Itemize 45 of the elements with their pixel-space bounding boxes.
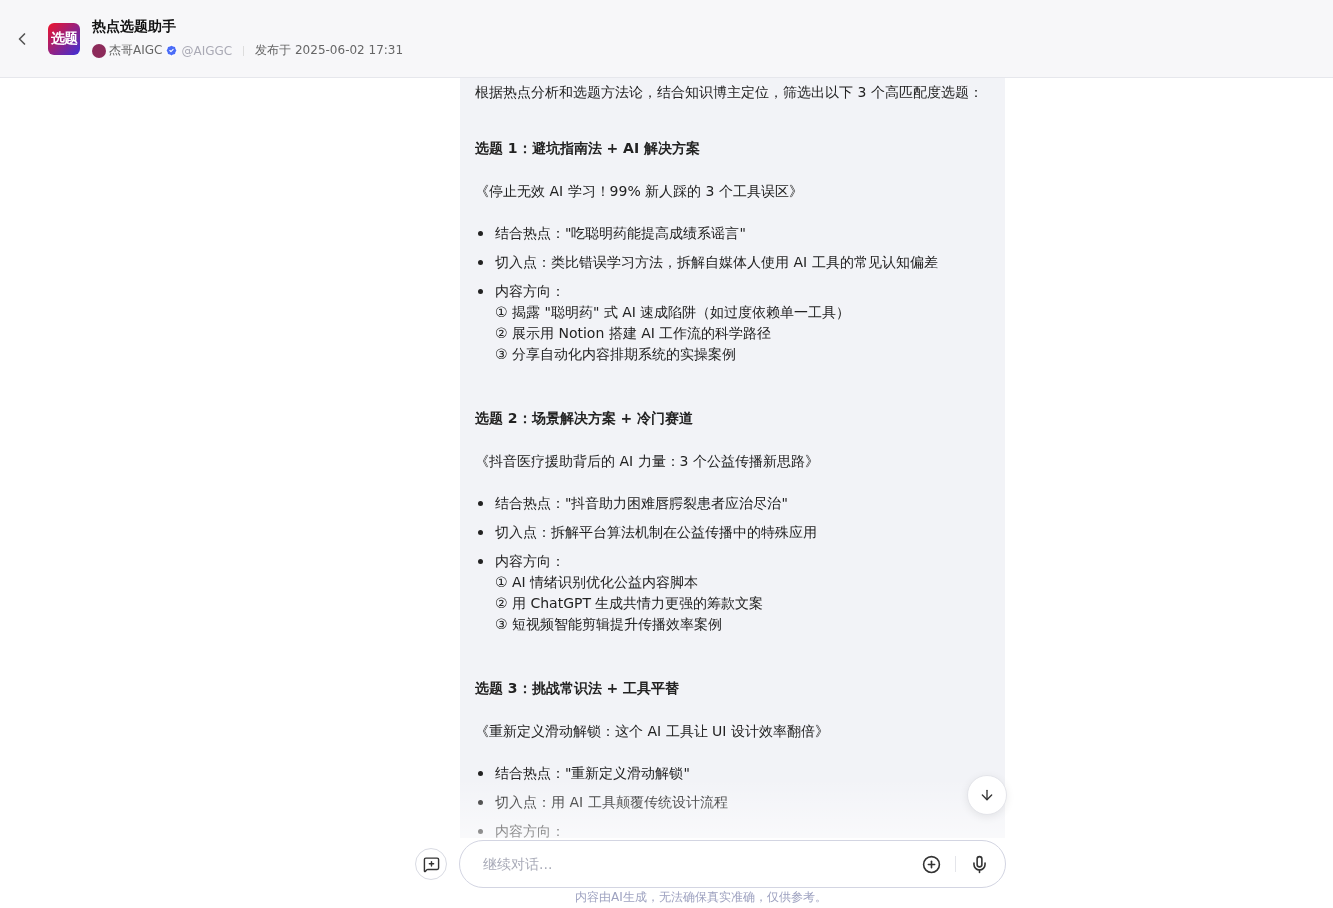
bullet-text: 内容方向：	[495, 282, 566, 301]
author-name: 杰哥AIGC	[109, 42, 163, 59]
microphone-icon[interactable]	[970, 854, 989, 874]
topic-heading: 选题 1：避坑指南法 + AI 解决方案	[475, 139, 701, 158]
sub-item: ② 用 ChatGPT 生成共情力更强的筹款文案	[495, 594, 764, 613]
bullet-icon	[478, 530, 483, 535]
sub-item: ② 展示用 Notion 搭建 AI 工作流的科学路径	[495, 324, 773, 343]
topic-title: 《停止无效 AI 学习！99% 新人踩的 3 个工具误区》	[475, 182, 804, 201]
bullet-icon	[478, 771, 483, 776]
author-handle: @AIGGC	[181, 43, 233, 58]
bullet-icon	[478, 559, 483, 564]
bullet-text: 切入点：用 AI 工具颠覆传统设计流程	[495, 793, 728, 812]
bullet-text: 结合热点："重新定义滑动解锁"	[495, 764, 690, 783]
bullet-icon	[478, 260, 483, 265]
bullet-text: 切入点：类比错误学习方法，拆解自媒体人使用 AI 工具的常见认知偏差	[495, 253, 938, 272]
message-input[interactable]: 继续对话...	[481, 855, 922, 873]
new-chat-icon[interactable]	[422, 855, 440, 873]
bullet-icon	[478, 501, 483, 506]
topic-heading: 选题 2：场景解决方案 + 冷门赛道	[475, 409, 695, 428]
bullet-text: 结合热点："抖音助力困难唇腭裂患者应治尽治"	[495, 494, 788, 513]
bullet-text: 结合热点："吃聪明药能提高成绩系谣言"	[495, 224, 746, 243]
bullet-text: 内容方向：	[495, 822, 565, 838]
sub-item: ① 揭露 "聪明药" 式 AI 速成陷阱（如过度依赖单一工具）	[495, 303, 851, 322]
publish-date: 发布于 2025-06-02 17:31	[255, 42, 404, 59]
disclaimer-text: 内容由AI生成，无法确保真实准确，仅供参考。	[575, 890, 827, 904]
bullet-icon	[478, 800, 483, 805]
bot-title: 热点选题助手	[92, 18, 177, 36]
bullet-icon	[478, 231, 483, 236]
bullet-text: 内容方向：	[495, 552, 566, 571]
sub-item: ① AI 情绪识别优化公益内容脚本	[495, 573, 700, 592]
intro-text: 根据热点分析和选题方法论，结合知识博主定位，筛选出以下 3 个高匹配度选题：	[475, 83, 984, 102]
avatar	[92, 43, 106, 58]
topic-heading: 选题 3：挑战常识法 + 工具平替	[475, 679, 681, 698]
bullet-text: 切入点：拆解平台算法机制在公益传播中的特殊应用	[495, 523, 817, 542]
sub-item: ③ 分享自动化内容排期系统的实操案例	[495, 345, 737, 364]
arrow-down-icon[interactable]	[979, 787, 995, 803]
app-logo: 选题	[48, 22, 80, 55]
add-icon[interactable]	[922, 854, 941, 874]
topic-title: 《抖音医疗援助背后的 AI 力量：3 个公益传播新思路》	[475, 452, 820, 471]
chat-input[interactable]: 继续对话...	[459, 840, 1006, 888]
sub-item: ③ 短视频智能剪辑提升传播效率案例	[495, 615, 723, 634]
bullet-icon	[478, 289, 483, 294]
topic-title: 《重新定义滑动解锁：这个 AI 工具让 UI 设计效率翻倍》	[475, 722, 830, 741]
bullet-icon	[478, 829, 483, 834]
new-chat-button[interactable]	[415, 848, 447, 880]
